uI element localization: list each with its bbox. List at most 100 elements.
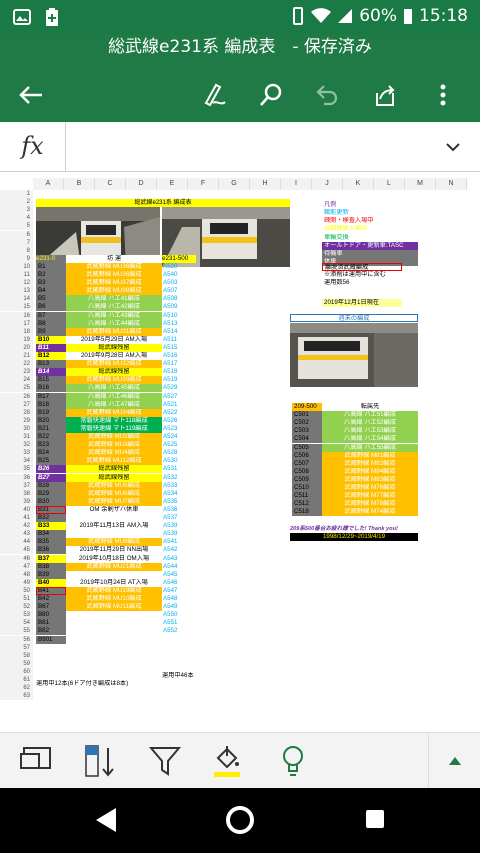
row-header[interactable]: 26 bbox=[0, 392, 33, 401]
share-button[interactable] bbox=[366, 76, 404, 114]
row-desc[interactable]: 2019年10月24日 AT入場 bbox=[66, 579, 162, 587]
fill-color-button[interactable] bbox=[208, 741, 246, 781]
right-row-desc[interactable]: 武蔵野線 M77編成 bbox=[322, 492, 418, 501]
row-desc[interactable] bbox=[66, 636, 162, 644]
row-id[interactable]: B9 bbox=[36, 327, 66, 336]
row-id[interactable]: B13 bbox=[36, 360, 66, 369]
row-header[interactable]: 13 bbox=[0, 287, 33, 296]
row-desc[interactable]: 2019年9月28日 AM入場 bbox=[66, 352, 162, 360]
back-nav-icon[interactable] bbox=[94, 806, 118, 834]
recents-nav-icon[interactable] bbox=[364, 808, 386, 830]
row-header[interactable]: 14 bbox=[0, 295, 33, 304]
row-code[interactable]: A517 bbox=[163, 360, 195, 368]
row-id[interactable]: B15 bbox=[36, 376, 66, 385]
row-desc[interactable]: 武蔵野線 MU10編成 bbox=[66, 595, 162, 603]
column-header[interactable]: H bbox=[250, 178, 281, 190]
row-code[interactable]: A537 bbox=[163, 514, 195, 522]
row-header[interactable]: 62 bbox=[0, 684, 33, 693]
row-id[interactable]: B82 bbox=[36, 627, 66, 636]
row-header[interactable]: 27 bbox=[0, 400, 33, 409]
row-code[interactable]: A545 bbox=[163, 571, 195, 579]
row-id[interactable]: B32 bbox=[36, 514, 66, 522]
expand-ribbon-button[interactable] bbox=[436, 741, 474, 781]
row-desc[interactable]: 武蔵野線 MU37編成 bbox=[66, 279, 162, 288]
row-desc[interactable] bbox=[66, 611, 162, 619]
row-id[interactable]: B7 bbox=[36, 311, 66, 320]
row-desc[interactable]: 武蔵野線 MU4編成 bbox=[66, 449, 162, 458]
row-header[interactable]: 24 bbox=[0, 376, 33, 385]
right-row-id[interactable]: C503 bbox=[292, 427, 322, 436]
row-header[interactable]: 55 bbox=[0, 627, 33, 636]
row-code[interactable]: A534 bbox=[163, 490, 195, 498]
row-code[interactable]: A533 bbox=[163, 482, 195, 490]
row-header[interactable]: 45 bbox=[0, 546, 33, 555]
row-desc[interactable] bbox=[66, 571, 162, 579]
sort-button[interactable] bbox=[82, 741, 120, 781]
row-id[interactable]: B81 bbox=[36, 619, 66, 628]
right-row-id[interactable]: C507 bbox=[292, 459, 322, 468]
right-row-desc[interactable]: 武蔵野線 M83編成 bbox=[322, 475, 418, 484]
row-id[interactable]: B42 bbox=[36, 595, 66, 603]
row-code[interactable]: A530 bbox=[163, 457, 195, 465]
row-code[interactable]: A523 bbox=[163, 425, 195, 433]
row-desc[interactable]: 常磐快速線 マト118編成 bbox=[66, 416, 162, 425]
row-header[interactable]: 22 bbox=[0, 360, 33, 369]
row-id[interactable]: B34 bbox=[36, 530, 66, 539]
row-code[interactable]: A550 bbox=[163, 611, 195, 619]
row-code[interactable]: A529 bbox=[163, 384, 195, 392]
row-id[interactable]: B11 bbox=[36, 343, 66, 352]
row-header[interactable]: 21 bbox=[0, 352, 33, 361]
row-code[interactable]: A511 bbox=[163, 336, 195, 344]
row-code[interactable]: A540 bbox=[163, 271, 195, 279]
row-id[interactable]: B67 bbox=[36, 603, 66, 612]
row-header[interactable]: 53 bbox=[0, 611, 33, 620]
row-desc[interactable]: 武蔵野線 MU2編成 bbox=[66, 433, 162, 441]
draw-button[interactable] bbox=[196, 76, 234, 114]
right-row-desc[interactable]: 八高線 ハエ55編成 bbox=[322, 443, 418, 452]
row-header[interactable]: 12 bbox=[0, 279, 33, 288]
column-header[interactable]: A bbox=[33, 178, 64, 190]
row-desc[interactable]: 2019年5月29日 AM入場 bbox=[66, 336, 162, 344]
search-button[interactable] bbox=[252, 76, 290, 114]
row-desc[interactable]: 武蔵野線 MU36編成 bbox=[66, 262, 162, 271]
row-desc[interactable]: 八高線 ハエ47編成 bbox=[66, 400, 162, 409]
right-row-id[interactable]: C501 bbox=[292, 411, 322, 420]
row-code[interactable]: A539 bbox=[163, 530, 195, 538]
right-row-id[interactable]: C506 bbox=[292, 451, 322, 460]
row-id[interactable]: B25 bbox=[36, 457, 66, 466]
right-row-desc[interactable]: 武蔵野線 M82編成 bbox=[322, 459, 418, 468]
row-desc[interactable]: 武蔵野線 MU9編成 bbox=[66, 538, 162, 547]
row-header[interactable]: 15 bbox=[0, 303, 33, 312]
row-id[interactable]: B12 bbox=[36, 352, 66, 360]
row-header[interactable]: 20 bbox=[0, 343, 33, 352]
row-desc[interactable]: 八高線 ハエ44編成 bbox=[66, 319, 162, 328]
row-header[interactable]: 48 bbox=[0, 570, 33, 579]
right-row-desc[interactable]: 八高線 ハエ52編成 bbox=[322, 419, 418, 428]
column-header[interactable]: L bbox=[374, 178, 405, 190]
row-code[interactable]: A525 bbox=[163, 441, 195, 449]
right-row-desc[interactable]: 八高線 ハエ51編成 bbox=[322, 411, 418, 420]
row-desc[interactable]: 総武線残留 bbox=[66, 368, 162, 377]
row-header[interactable]: 42 bbox=[0, 522, 33, 531]
right-row-id[interactable]: C509 bbox=[292, 475, 322, 484]
row-desc[interactable]: 総武線残留 bbox=[66, 473, 162, 482]
row-header[interactable]: 17 bbox=[0, 319, 33, 328]
row-id[interactable]: B5 bbox=[36, 295, 66, 304]
row-header[interactable]: 35 bbox=[0, 465, 33, 474]
row-code[interactable]: A552 bbox=[163, 627, 195, 635]
row-header[interactable]: 46 bbox=[0, 554, 33, 563]
row-id[interactable]: B36 bbox=[36, 546, 66, 555]
right-row-id[interactable]: C504 bbox=[292, 435, 322, 444]
row-code[interactable]: A503 bbox=[163, 279, 195, 287]
row-desc[interactable] bbox=[66, 619, 162, 627]
row-header[interactable]: 3 bbox=[0, 206, 33, 215]
row-header[interactable]: 57 bbox=[0, 643, 33, 652]
view-button[interactable] bbox=[18, 741, 56, 781]
row-desc[interactable]: 武蔵野線 MU31編成 bbox=[66, 327, 162, 336]
row-code[interactable]: A549 bbox=[163, 603, 195, 611]
row-id[interactable]: B4 bbox=[36, 287, 66, 296]
row-code[interactable]: A535 bbox=[163, 498, 195, 506]
back-button[interactable] bbox=[12, 76, 50, 114]
row-id[interactable]: B22 bbox=[36, 433, 66, 441]
row-desc[interactable]: 常磐快速線 マト119編成 bbox=[66, 424, 162, 433]
